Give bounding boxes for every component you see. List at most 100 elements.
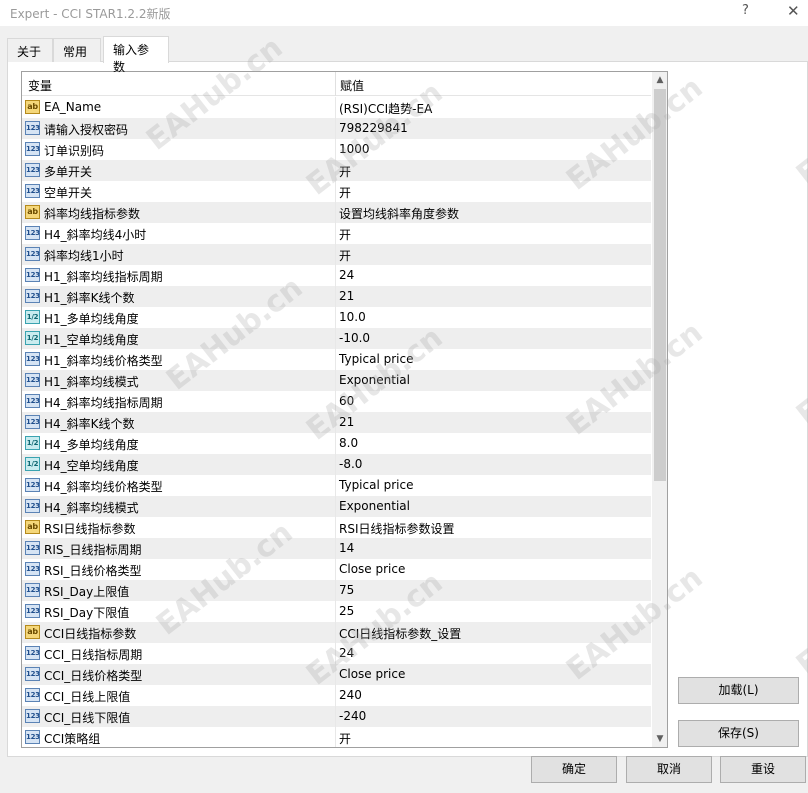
column-separator <box>335 412 336 433</box>
column-separator <box>335 181 336 202</box>
parameter-value[interactable]: Close price <box>339 562 405 576</box>
parameter-name: H1_斜率K线个数 <box>44 291 135 305</box>
scroll-up-icon[interactable]: ▲ <box>652 72 667 88</box>
parameter-value[interactable]: 10.0 <box>339 310 366 324</box>
header-value[interactable]: 赋值 <box>340 77 364 94</box>
parameter-row[interactable]: 123 RSI_日线价格类型 Close price <box>22 559 651 580</box>
parameter-value[interactable]: (RSI)CCI趋势-EA <box>339 100 432 117</box>
help-icon[interactable]: ? <box>742 3 749 18</box>
parameter-value[interactable]: 开 <box>339 163 351 180</box>
parameter-row[interactable]: 123 H1_斜率均线模式 Exponential <box>22 370 651 391</box>
parameter-row[interactable]: 1/2 H1_空单均线角度 -10.0 <box>22 328 651 349</box>
parameter-row[interactable]: 123 H4_斜率均线4小时 开 <box>22 223 651 244</box>
parameter-value[interactable]: 8.0 <box>339 436 358 450</box>
parameter-value[interactable]: 21 <box>339 289 354 303</box>
parameter-value[interactable]: 60 <box>339 394 354 408</box>
reset-button[interactable]: 重设 <box>720 756 806 783</box>
parameter-value[interactable]: 开 <box>339 226 351 243</box>
parameter-value[interactable]: 240 <box>339 688 362 702</box>
parameter-row[interactable]: 123 H4_斜率K线个数 21 <box>22 412 651 433</box>
ok-button[interactable]: 确定 <box>531 756 617 783</box>
tab-input-params[interactable]: 输入参数 <box>103 36 169 74</box>
parameter-row[interactable]: 123 斜率均线1小时 开 <box>22 244 651 265</box>
parameter-value[interactable]: 开 <box>339 247 351 264</box>
parameter-value[interactable]: Close price <box>339 667 405 681</box>
save-button[interactable]: 保存(S) <box>678 720 799 747</box>
parameter-row[interactable]: 1/2 H4_多单均线角度 8.0 <box>22 433 651 454</box>
parameter-value[interactable]: -10.0 <box>339 331 370 345</box>
parameter-row[interactable]: 123 CCI_日线指标周期 24 <box>22 643 651 664</box>
integer-type-icon: 123 <box>25 289 40 303</box>
parameter-value[interactable]: 1000 <box>339 142 370 156</box>
parameter-name: CCI日线指标参数 <box>44 627 137 641</box>
parameter-value[interactable]: -240 <box>339 709 366 723</box>
parameter-value[interactable]: 开 <box>339 184 351 201</box>
parameter-row[interactable]: 123 RSI_Day下限值 25 <box>22 601 651 622</box>
parameter-row[interactable]: 123 订单识别码 1000 <box>22 139 651 160</box>
parameter-row[interactable]: 123 RSI_Day上限值 75 <box>22 580 651 601</box>
parameter-row[interactable]: 123 多单开关 开 <box>22 160 651 181</box>
parameter-row[interactable]: 123 H1_斜率均线指标周期 24 <box>22 265 651 286</box>
parameter-name: RSI日线指标参数 <box>44 522 136 536</box>
column-separator <box>335 118 336 139</box>
parameter-name: H1_斜率均线指标周期 <box>44 270 163 284</box>
header-variable[interactable]: 变量 <box>28 77 52 94</box>
double-type-icon: 1/2 <box>25 457 40 471</box>
parameter-value[interactable]: 14 <box>339 541 354 555</box>
parameter-row[interactable]: ab EA_Name (RSI)CCI趋势-EA <box>22 97 651 118</box>
parameter-row[interactable]: 123 H1_斜率均线价格类型 Typical price <box>22 349 651 370</box>
parameter-value[interactable]: 开 <box>339 730 351 747</box>
parameter-name: RSI_日线价格类型 <box>44 564 142 578</box>
parameter-name: CCI策略组 <box>44 732 101 746</box>
parameter-value[interactable]: 设置均线斜率角度参数 <box>339 205 459 222</box>
scroll-down-icon[interactable]: ▼ <box>652 731 667 747</box>
parameter-row[interactable]: ab 斜率均线指标参数 设置均线斜率角度参数 <box>22 202 651 223</box>
string-type-icon: ab <box>25 100 40 114</box>
parameter-row[interactable]: 123 空单开关 开 <box>22 181 651 202</box>
column-separator <box>335 580 336 601</box>
parameter-value[interactable]: Typical price <box>339 478 413 492</box>
parameter-row[interactable]: 1/2 H1_多单均线角度 10.0 <box>22 307 651 328</box>
parameter-name: H1_斜率均线模式 <box>44 375 139 389</box>
column-separator <box>335 265 336 286</box>
parameter-value[interactable]: CCI日线指标参数_设置 <box>339 625 461 642</box>
parameter-row[interactable]: 123 H4_斜率均线指标周期 60 <box>22 391 651 412</box>
column-separator <box>335 97 336 118</box>
parameter-value[interactable]: 75 <box>339 583 354 597</box>
parameter-row[interactable]: 123 H4_斜率均线模式 Exponential <box>22 496 651 517</box>
parameter-value[interactable]: 21 <box>339 415 354 429</box>
parameter-row[interactable]: 1/2 H4_空单均线角度 -8.0 <box>22 454 651 475</box>
parameter-value[interactable]: RSI日线指标参数设置 <box>339 520 455 537</box>
parameter-row[interactable]: 123 请输入授权密码 798229841 <box>22 118 651 139</box>
parameter-row[interactable]: 123 CCI_日线下限值 -240 <box>22 706 651 727</box>
parameter-value[interactable]: -8.0 <box>339 457 362 471</box>
parameter-row[interactable]: 123 CCI_日线上限值 240 <box>22 685 651 706</box>
grid-header: 变量 赋值 <box>22 72 651 96</box>
parameter-row[interactable]: 123 CCI策略组 开 <box>22 727 651 747</box>
tab-common[interactable]: 常用 <box>53 38 101 62</box>
parameter-value[interactable]: 798229841 <box>339 121 408 135</box>
tab-about[interactable]: 关于 <box>7 38 53 62</box>
parameter-name: H1_斜率均线价格类型 <box>44 354 163 368</box>
parameter-row[interactable]: 123 RIS_日线指标周期 14 <box>22 538 651 559</box>
parameter-row[interactable]: ab CCI日线指标参数 CCI日线指标参数_设置 <box>22 622 651 643</box>
column-separator <box>335 517 336 538</box>
parameter-value[interactable]: 25 <box>339 604 354 618</box>
parameter-value[interactable]: Exponential <box>339 373 410 387</box>
header-separator <box>335 72 336 96</box>
parameter-row[interactable]: ab RSI日线指标参数 RSI日线指标参数设置 <box>22 517 651 538</box>
load-button[interactable]: 加载(L) <box>678 677 799 704</box>
double-type-icon: 1/2 <box>25 331 40 345</box>
parameter-row[interactable]: 123 CCI_日线价格类型 Close price <box>22 664 651 685</box>
scroll-thumb[interactable] <box>654 89 666 481</box>
parameter-row[interactable]: 123 H4_斜率均线价格类型 Typical price <box>22 475 651 496</box>
parameter-value[interactable]: 24 <box>339 646 354 660</box>
vertical-scrollbar[interactable]: ▲ ▼ <box>652 72 667 747</box>
cancel-button[interactable]: 取消 <box>626 756 712 783</box>
parameter-value[interactable]: 24 <box>339 268 354 282</box>
close-icon[interactable]: ✕ <box>787 2 800 20</box>
parameter-row[interactable]: 123 H1_斜率K线个数 21 <box>22 286 651 307</box>
parameter-value[interactable]: Exponential <box>339 499 410 513</box>
parameter-value[interactable]: Typical price <box>339 352 413 366</box>
column-separator <box>335 643 336 664</box>
